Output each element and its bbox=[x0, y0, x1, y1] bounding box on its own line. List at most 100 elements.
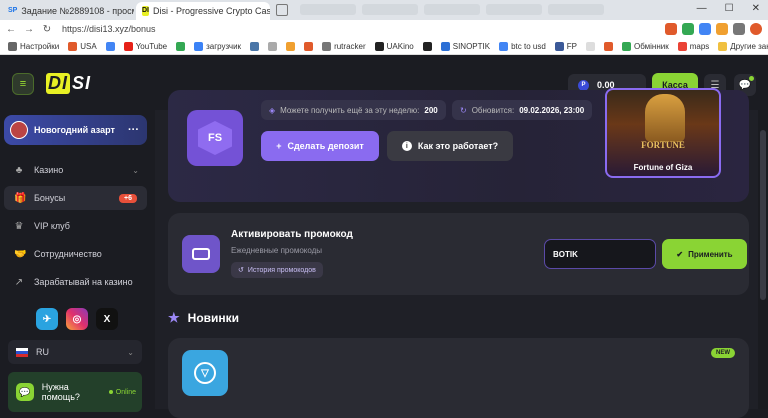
tab-ghost[interactable] bbox=[486, 4, 542, 15]
bookmark-item[interactable] bbox=[304, 41, 314, 51]
x-icon[interactable]: X bbox=[96, 308, 118, 330]
bookmark-item[interactable] bbox=[268, 41, 278, 51]
folder-icon bbox=[718, 41, 728, 51]
bookmark-item[interactable]: FP bbox=[554, 41, 577, 51]
bookmark-item[interactable]: Настройки bbox=[8, 41, 59, 51]
bookmark-item[interactable]: rutracker bbox=[322, 41, 366, 51]
sidebar-item-label: Бонусы bbox=[34, 193, 66, 203]
sidebar-item-label: Зарабатывай на казино bbox=[34, 277, 133, 287]
extension-icon[interactable] bbox=[733, 23, 745, 35]
bookmark-item[interactable] bbox=[250, 41, 260, 51]
profile-avatar-icon[interactable] bbox=[750, 23, 762, 35]
close-window-icon[interactable]: ✕ bbox=[752, 3, 760, 14]
instagram-icon[interactable]: ◎ bbox=[66, 308, 88, 330]
apply-label: Применить bbox=[688, 249, 733, 259]
bookmark-item[interactable] bbox=[586, 41, 596, 51]
burger-menu-icon[interactable]: ≡ bbox=[12, 73, 34, 95]
bookmark-label: SINOPTIK bbox=[452, 41, 491, 51]
new-badge: NEW bbox=[711, 348, 735, 358]
reload-icon[interactable]: ↻ bbox=[40, 24, 54, 35]
bookmark-item[interactable]: Обмінник bbox=[622, 41, 669, 51]
maximize-icon[interactable]: ☐ bbox=[725, 3, 734, 14]
extension-icon[interactable] bbox=[716, 23, 728, 35]
apply-promocode-button[interactable]: ✔ Применить bbox=[662, 239, 747, 269]
forward-icon[interactable]: → bbox=[22, 24, 36, 35]
new-tab-button[interactable] bbox=[276, 4, 288, 16]
extension-icon[interactable] bbox=[699, 23, 711, 35]
tab-zadanie[interactable]: SP Задание №2889108 - просмотр з × bbox=[2, 2, 134, 20]
tab-ghost[interactable] bbox=[300, 4, 356, 15]
tab-ghost[interactable] bbox=[362, 4, 418, 15]
other-tabs bbox=[300, 4, 604, 15]
bookmark-label: rutracker bbox=[334, 41, 366, 51]
bookmark-label: UAKino bbox=[386, 41, 414, 51]
other-bookmarks[interactable]: Другие закладки bbox=[718, 41, 768, 51]
bookmark-favicon-icon bbox=[250, 41, 260, 51]
bookmark-item[interactable]: btc to usd bbox=[499, 41, 546, 51]
site-logo[interactable]: DI SI bbox=[46, 73, 91, 94]
bookmark-favicon-icon bbox=[322, 41, 332, 51]
browser-tab-bar: SP Задание №2889108 - просмотр з × DI Di… bbox=[0, 0, 768, 20]
minimize-icon[interactable]: — bbox=[697, 3, 707, 14]
bookmark-label: загрузчик bbox=[206, 41, 242, 51]
bookmark-item[interactable] bbox=[286, 41, 296, 51]
tab-disi[interactable]: DI Disi - Progressive Crypto Casino × bbox=[136, 2, 270, 20]
layers-icon: ◈ bbox=[269, 105, 276, 115]
bookmark-favicon-icon bbox=[105, 41, 115, 51]
bookmark-item[interactable] bbox=[422, 41, 432, 51]
bookmark-favicon-icon bbox=[604, 41, 614, 51]
window-controls: — ☐ ✕ bbox=[697, 3, 760, 14]
ru-flag-icon bbox=[16, 347, 28, 357]
sidebar-item-partnership[interactable]: 🤝 Сотрудничество bbox=[4, 242, 147, 266]
sidebar-item-vip[interactable]: ♛ VIP клуб bbox=[4, 214, 147, 238]
bookmark-label: YouTube bbox=[135, 41, 168, 51]
section-title: Новинки bbox=[187, 311, 240, 325]
star-icon: ★ bbox=[168, 310, 180, 325]
bookmark-item[interactable]: SINOPTIK bbox=[440, 41, 491, 51]
new-item-card[interactable]: ▽ NEW bbox=[168, 338, 749, 418]
update-value: 09.02.2026, 23:00 bbox=[519, 105, 585, 115]
telegram-icon[interactable]: ✈ bbox=[36, 308, 58, 330]
chevron-down-icon[interactable]: ⌄ bbox=[132, 166, 139, 175]
back-icon[interactable]: ← bbox=[4, 24, 18, 35]
social-links: ✈ ◎ X bbox=[36, 308, 118, 330]
chat-glyph: 💬 bbox=[738, 79, 752, 91]
bookmark-item[interactable] bbox=[604, 41, 614, 51]
scrollbar-thumb[interactable] bbox=[760, 130, 766, 300]
bookmark-item[interactable]: загрузчик bbox=[194, 41, 242, 51]
tab-favicon-icon: SP bbox=[8, 7, 18, 14]
chevron-down-icon: ⌄ bbox=[127, 347, 134, 357]
bookmark-item[interactable]: USA bbox=[68, 41, 97, 51]
extension-icon[interactable] bbox=[682, 23, 694, 35]
tab-ghost[interactable] bbox=[548, 4, 604, 15]
history-icon: ↺ bbox=[238, 267, 244, 274]
extension-icon[interactable] bbox=[665, 23, 677, 35]
bookmark-item[interactable]: YouTube bbox=[123, 41, 168, 51]
bookmark-favicon-icon bbox=[68, 41, 78, 51]
more-dots-icon[interactable]: ··· bbox=[128, 124, 139, 136]
how-it-works-button[interactable]: i Как это работает? bbox=[387, 131, 513, 161]
sidebar-item-casino[interactable]: ♣ Казино ⌄ bbox=[4, 158, 147, 182]
game-thumbnail-fortune-of-giza[interactable]: FORTUNE Fortune of Giza bbox=[605, 88, 721, 178]
handshake-icon: 🤝 bbox=[14, 248, 27, 260]
help-widget[interactable]: 💬 Нужна помощь? Online bbox=[8, 372, 142, 412]
promocode-input[interactable] bbox=[544, 239, 656, 269]
bookmark-item[interactable]: maps bbox=[677, 41, 709, 51]
bookmark-item[interactable]: UAKino bbox=[374, 41, 414, 51]
language-select[interactable]: RU ⌄ bbox=[8, 340, 142, 364]
sidebar-item-earn[interactable]: ↗ Зарабатывай на казино bbox=[4, 270, 147, 294]
make-deposit-button[interactable]: + Сделать депозит bbox=[261, 131, 379, 161]
sidebar-item-label: Казино bbox=[34, 165, 64, 175]
bookmark-favicon-icon bbox=[123, 41, 133, 51]
weekly-value: 200 bbox=[424, 105, 438, 115]
sidebar-promo-card[interactable]: Новогодний азарт ··· bbox=[4, 115, 147, 145]
promocode-history-button[interactable]: ↺ История промокодов bbox=[231, 262, 323, 278]
update-pill: ↻ Обновится: 09.02.2026, 23:00 bbox=[452, 100, 593, 120]
help-label: Нужна помощь? bbox=[41, 382, 80, 402]
bookmark-item[interactable] bbox=[105, 41, 115, 51]
bookmark-item[interactable] bbox=[176, 41, 186, 51]
logo-part2: SI bbox=[72, 73, 92, 93]
tab-ghost[interactable] bbox=[424, 4, 480, 15]
url-field[interactable]: https://disi13.xyz/bonus bbox=[62, 24, 156, 34]
sidebar-item-bonuses[interactable]: 🎁 Бонусы +6 bbox=[4, 186, 147, 210]
